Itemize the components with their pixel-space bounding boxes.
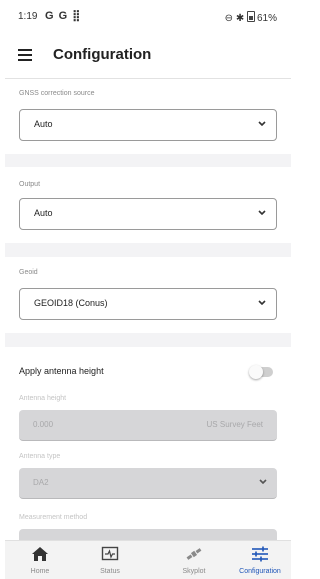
app-bar: Configuration — [5, 34, 291, 79]
status-time: 1:19 — [18, 11, 38, 22]
notification-icons: G G ⣿ — [45, 10, 82, 22]
antenna-type-value: DA2 — [33, 478, 49, 487]
chevron-down-icon — [259, 479, 267, 484]
status-symbols: ⊖ ✱ — [224, 13, 245, 24]
status-bar: 1:19 G G ⣿ ⊖ ✱ 61% — [5, 0, 291, 34]
page-title: Configuration — [53, 46, 152, 63]
system-icons: ⊖ ✱ 61% — [225, 11, 277, 24]
status-icon — [101, 546, 119, 561]
battery-icon — [246, 11, 255, 22]
measurement-method-label: Measurement method — [19, 514, 88, 521]
antenna-height-field: 0.000 US Survey Feet — [19, 410, 277, 441]
apply-antenna-height-toggle[interactable] — [249, 365, 273, 379]
antenna-type-select: DA2 — [19, 468, 277, 499]
configuration-icon — [252, 546, 268, 562]
antenna-height-label: Antenna height — [19, 395, 67, 402]
gnss-section: GNSS correction source Auto — [5, 79, 291, 154]
battery-level: 61% — [256, 13, 277, 24]
bottom-navigation: Home Status Skyplot Configuration — [5, 540, 291, 579]
nav-skyplot[interactable]: Skyplot — [167, 541, 221, 579]
chevron-down-icon — [258, 300, 266, 305]
output-section: Output Auto — [5, 167, 291, 243]
geoid-section: Geoid GEOID18 (Conus) — [5, 257, 291, 333]
apply-antenna-height-label: Apply antenna height — [19, 366, 104, 376]
chevron-down-icon — [258, 210, 266, 215]
nav-configuration-label: Configuration — [239, 568, 281, 575]
skyplot-icon — [186, 548, 202, 560]
screen-border-right — [291, 0, 299, 579]
output-value: Auto — [34, 208, 53, 218]
gnss-label: GNSS correction source — [19, 90, 95, 97]
chevron-down-icon — [258, 121, 266, 126]
gnss-value: Auto — [34, 119, 53, 129]
nav-home-label: Home — [30, 568, 50, 575]
output-label: Output — [19, 181, 41, 188]
antenna-height-unit: US Survey Feet — [206, 420, 263, 429]
app-screen: 1:19 G G ⣿ ⊖ ✱ 61% Configuration GNSS co… — [0, 0, 299, 579]
antenna-section: Apply antenna height Antenna height 0.00… — [5, 347, 291, 560]
nav-home[interactable]: Home — [5, 541, 75, 579]
geoid-select[interactable]: GEOID18 (Conus) — [19, 288, 277, 320]
nav-skyplot-label: Skyplot — [182, 568, 206, 575]
screen-border-left — [0, 0, 5, 579]
gnss-correction-select[interactable]: Auto — [19, 109, 277, 141]
output-select[interactable]: Auto — [19, 198, 277, 230]
nav-status[interactable]: Status — [85, 541, 135, 579]
hamburger-icon[interactable] — [18, 49, 32, 61]
nav-status-label: Status — [100, 568, 120, 575]
antenna-type-label: Antenna type — [19, 453, 61, 460]
geoid-value: GEOID18 (Conus) — [34, 298, 108, 308]
antenna-height-value: 0.000 — [33, 420, 54, 429]
home-icon — [32, 547, 48, 561]
geoid-label: Geoid — [19, 269, 38, 276]
nav-configuration[interactable]: Configuration — [228, 541, 292, 579]
